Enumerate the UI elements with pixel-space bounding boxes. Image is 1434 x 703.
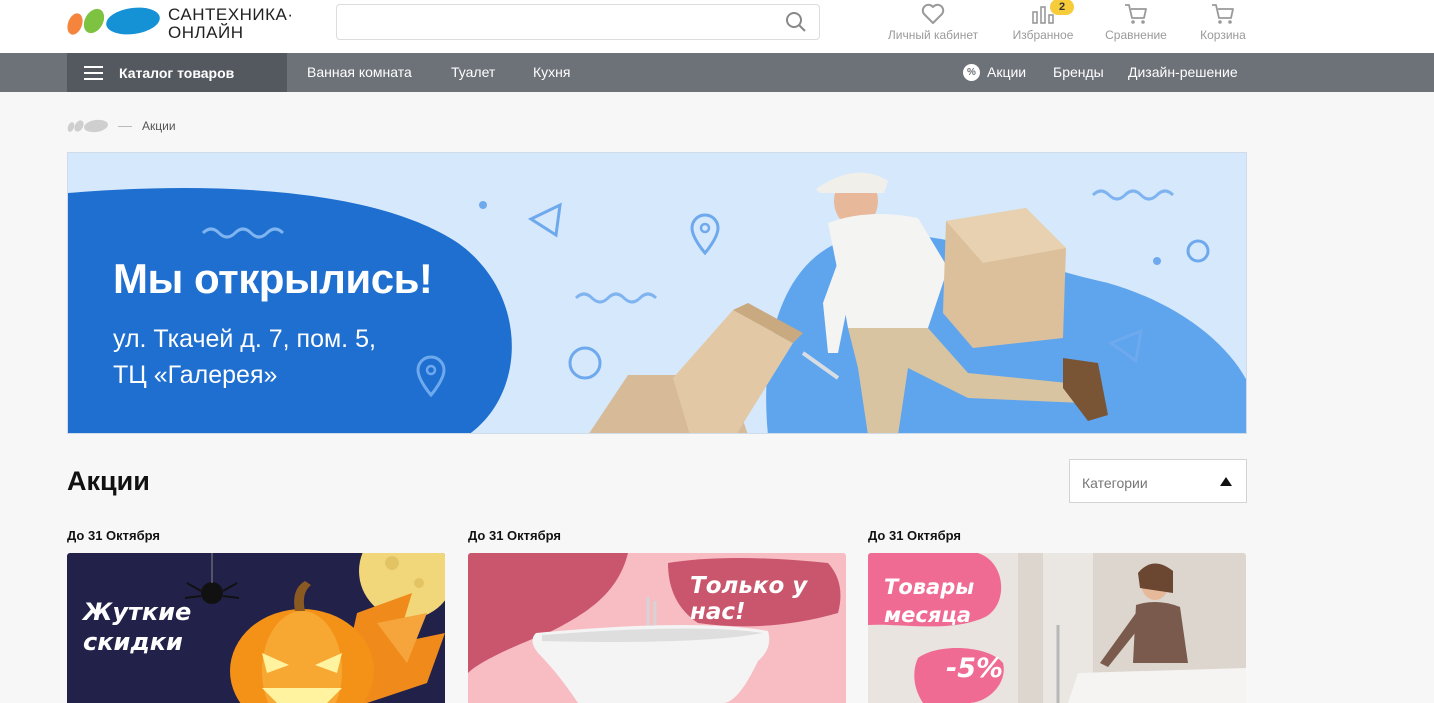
promo-caption: Товары месяца [884,575,975,627]
nav-link-toilet[interactable]: Туалет [451,53,495,92]
menu-icon [84,65,103,80]
cart-label: Корзина [1200,28,1246,42]
promo-date: До 31 Октября [67,528,160,543]
cart-icon [1125,4,1147,24]
promo-caption: Жуткие скидки [83,598,192,656]
promo-card-exclusive[interactable]: До 31 Октября Только у нас! [468,528,846,703]
page-title: Акции [67,466,150,496]
nav-link-design[interactable]: Дизайн-решение [1128,53,1238,92]
category-select-label: Категории [1082,475,1148,491]
heart-icon [921,3,945,24]
search-box [336,4,820,40]
promo-card-month[interactable]: До 31 Октября Товары месяца -5% [868,528,1246,703]
search-input[interactable] [337,5,767,39]
catalog-button[interactable]: Каталог товаров [67,53,287,92]
promo-card-halloween[interactable]: До 31 Октября Жуткие скидки [67,528,445,703]
nav-link-bathroom[interactable]: Ванная комната [307,53,412,92]
triangle-up-icon [1220,477,1232,486]
banner-address-line2: ТЦ «Галерея» [113,361,278,389]
promo-date: До 31 Октября [468,528,561,543]
promo-caption: Только у нас! [690,573,808,625]
cart-link[interactable]: Корзина [1168,3,1278,42]
catalog-label: Каталог товаров [119,64,235,81]
site-header: САНТЕХНИКА· ОНЛАЙН Личный кабинет 2 Избр… [0,0,1434,53]
promo-banner[interactable]: Мы открылись! ул. Ткачей д. 7, пом. 5, Т… [67,152,1247,434]
banner-address-line1: ул. Ткачей д. 7, пом. 5, [113,325,376,353]
favorites-badge: 2 [1050,0,1074,15]
breadcrumb: Акции [67,118,176,134]
percent-icon: % [963,63,980,81]
promo-image[interactable]: Жуткие скидки [67,553,445,703]
promo-image[interactable]: Только у нас! [468,553,846,703]
main-nav: Каталог товаров Ванная комната Туалет Ку… [0,53,1434,92]
category-select[interactable]: Категории [1069,459,1247,503]
nav-link-promos-label: Акции [987,64,1027,80]
cart-icon [1212,4,1234,24]
account-label: Личный кабинет [887,28,979,42]
logo[interactable]: САНТЕХНИКА· ОНЛАЙН [67,4,297,42]
banner-title: Мы открылись! [113,255,433,302]
account-link[interactable]: Личный кабинет [878,3,988,42]
nav-link-kitchen[interactable]: Кухня [533,53,570,92]
banner-address: ул. Ткачей д. 7, пом. 5, ТЦ «Галерея» [113,321,433,393]
breadcrumb-current: Акции [142,119,176,133]
nav-link-promos[interactable]: % Акции [963,53,1026,92]
nav-link-brands[interactable]: Бренды [1053,53,1104,92]
promo-image[interactable]: Товары месяца -5% [868,553,1246,703]
home-logo-icon[interactable] [67,119,109,133]
breadcrumb-separator [118,125,132,127]
logo-text: САНТЕХНИКА· ОНЛАЙН [168,5,294,42]
promo-date: До 31 Октября [868,528,961,543]
discount-label: -5% [946,653,1004,684]
logo-mark-icon [67,7,160,35]
search-icon[interactable] [785,11,807,33]
